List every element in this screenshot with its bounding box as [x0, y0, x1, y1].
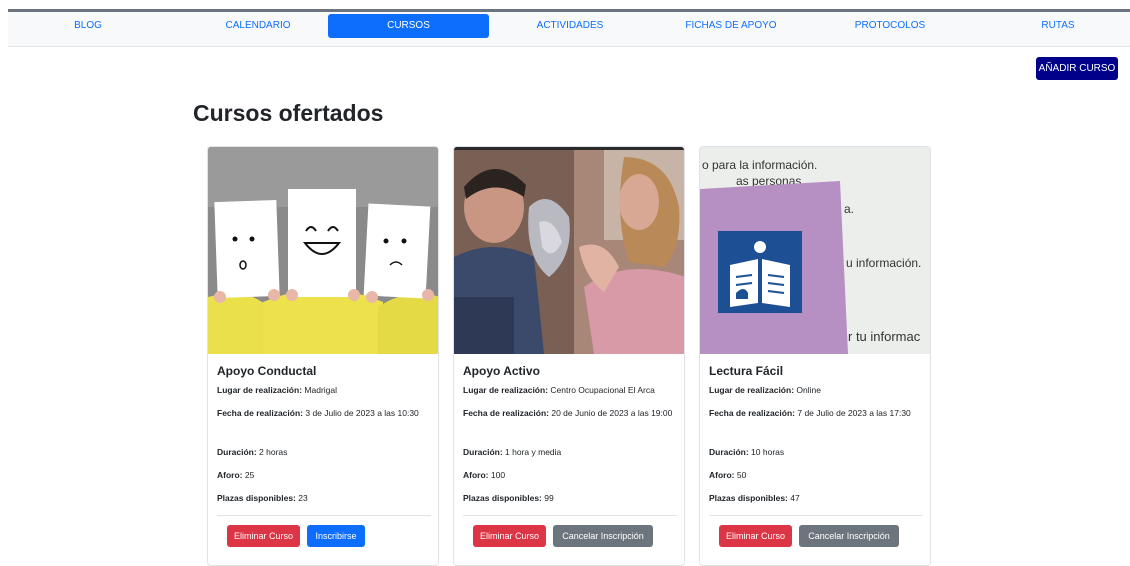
date-label: Fecha de realización:	[463, 408, 549, 418]
course-image-easy-read: o para la información. as personas a. u …	[700, 147, 930, 354]
course-capacity: Aforo: 50	[709, 469, 923, 481]
location-label: Lugar de realización:	[463, 385, 549, 395]
capacity-value: 25	[244, 470, 255, 480]
course-duration: Duración: 2 horas	[217, 446, 431, 458]
cancel-enrollment-button[interactable]: Cancelar Inscripción	[553, 525, 653, 547]
delete-course-button[interactable]: Eliminar Curso	[719, 525, 792, 547]
course-card: Apoyo Activo Lugar de realización: Centr…	[453, 146, 685, 566]
available-label: Plazas disponibles:	[463, 493, 542, 503]
page-title: Cursos ofertados	[193, 100, 384, 126]
duration-label: Duración:	[217, 447, 257, 457]
divider	[217, 515, 431, 516]
capacity-value: 100	[490, 470, 506, 480]
available-label: Plazas disponibles:	[217, 493, 296, 503]
nav-item-fichas-de-apoyo[interactable]: FICHAS DE APOYO	[676, 14, 786, 38]
image-text-line3: a.	[844, 202, 854, 216]
cancel-enrollment-button[interactable]: Cancelar Inscripción	[799, 525, 899, 547]
capacity-label: Aforo:	[709, 470, 735, 480]
date-value: 20 de Junio de 2023 a las 19:00	[551, 408, 673, 418]
delete-course-button[interactable]: Eliminar Curso	[473, 525, 546, 547]
available-value: 47	[790, 493, 800, 503]
nav-item-rutas[interactable]: RUTAS	[1018, 14, 1098, 38]
image-text-line5: r tu informac	[848, 329, 921, 344]
date-value: 3 de Julio de 2023 a las 10:30	[305, 408, 419, 418]
course-available: Plazas disponibles: 47	[709, 492, 923, 504]
location-label: Lugar de realización:	[217, 385, 303, 395]
nav-item-protocolos[interactable]: PROTOCOLOS	[840, 14, 940, 38]
location-value: Online	[796, 385, 821, 395]
divider	[463, 515, 677, 516]
add-course-button[interactable]: AÑADIR CURSO	[1036, 57, 1118, 80]
nav-item-cursos[interactable]: CURSOS	[328, 14, 489, 38]
location-value: Madrigal	[304, 385, 338, 395]
course-card: Apoyo Conductal Lugar de realización: Ma…	[207, 146, 439, 566]
delete-course-button[interactable]: Eliminar Curso	[227, 525, 300, 547]
course-capacity: Aforo: 25	[217, 469, 431, 481]
nav-item-actividades[interactable]: ACTIVIDADES	[518, 14, 622, 38]
date-label: Fecha de realización:	[217, 408, 303, 418]
course-duration: Duración: 10 horas	[709, 446, 923, 458]
capacity-label: Aforo:	[463, 470, 489, 480]
course-available: Plazas disponibles: 99	[463, 492, 677, 504]
capacity-label: Aforo:	[217, 470, 243, 480]
duration-label: Duración:	[709, 447, 749, 457]
divider	[709, 515, 923, 516]
course-image-people	[454, 147, 684, 354]
available-value: 23	[298, 493, 308, 503]
course-location: Lugar de realización: Online	[709, 384, 923, 396]
duration-label: Duración:	[463, 447, 503, 457]
course-date: Fecha de realización: 20 de Junio de 202…	[463, 407, 677, 419]
enroll-button[interactable]: Inscribirse	[307, 525, 365, 547]
image-text-line1: o para la información.	[702, 158, 817, 172]
date-value: 7 de Julio de 2023 a las 17:30	[797, 408, 911, 418]
duration-value: 2 horas	[259, 447, 288, 457]
main-nav: BLOG CALENDARIO CURSOS ACTIVIDADES FICHA…	[8, 12, 1130, 47]
course-location: Lugar de realización: Centro Ocupacional…	[463, 384, 677, 396]
nav-item-calendario[interactable]: CALENDARIO	[204, 14, 312, 38]
location-value: Centro Ocupacional El Arca	[550, 385, 655, 395]
course-image-faces	[208, 147, 438, 354]
nav-item-blog[interactable]: BLOG	[48, 14, 128, 38]
course-title: Lectura Fácil	[709, 364, 784, 378]
duration-value: 1 hora y media	[505, 447, 562, 457]
image-text-line4: u información.	[846, 256, 921, 270]
available-label: Plazas disponibles:	[709, 493, 788, 503]
date-label: Fecha de realización:	[709, 408, 795, 418]
course-title: Apoyo Activo	[463, 364, 540, 378]
course-capacity: Aforo: 100	[463, 469, 677, 481]
course-title: Apoyo Conductal	[217, 364, 317, 378]
course-date: Fecha de realización: 3 de Julio de 2023…	[217, 407, 431, 419]
capacity-value: 50	[736, 470, 747, 480]
location-label: Lugar de realización:	[709, 385, 795, 395]
course-available: Plazas disponibles: 23	[217, 492, 431, 504]
course-card: o para la información. as personas a. u …	[699, 146, 931, 566]
duration-value: 10 horas	[751, 447, 785, 457]
course-date: Fecha de realización: 7 de Julio de 2023…	[709, 407, 923, 419]
course-duration: Duración: 1 hora y media	[463, 446, 677, 458]
available-value: 99	[544, 493, 554, 503]
course-location: Lugar de realización: Madrigal	[217, 384, 431, 396]
